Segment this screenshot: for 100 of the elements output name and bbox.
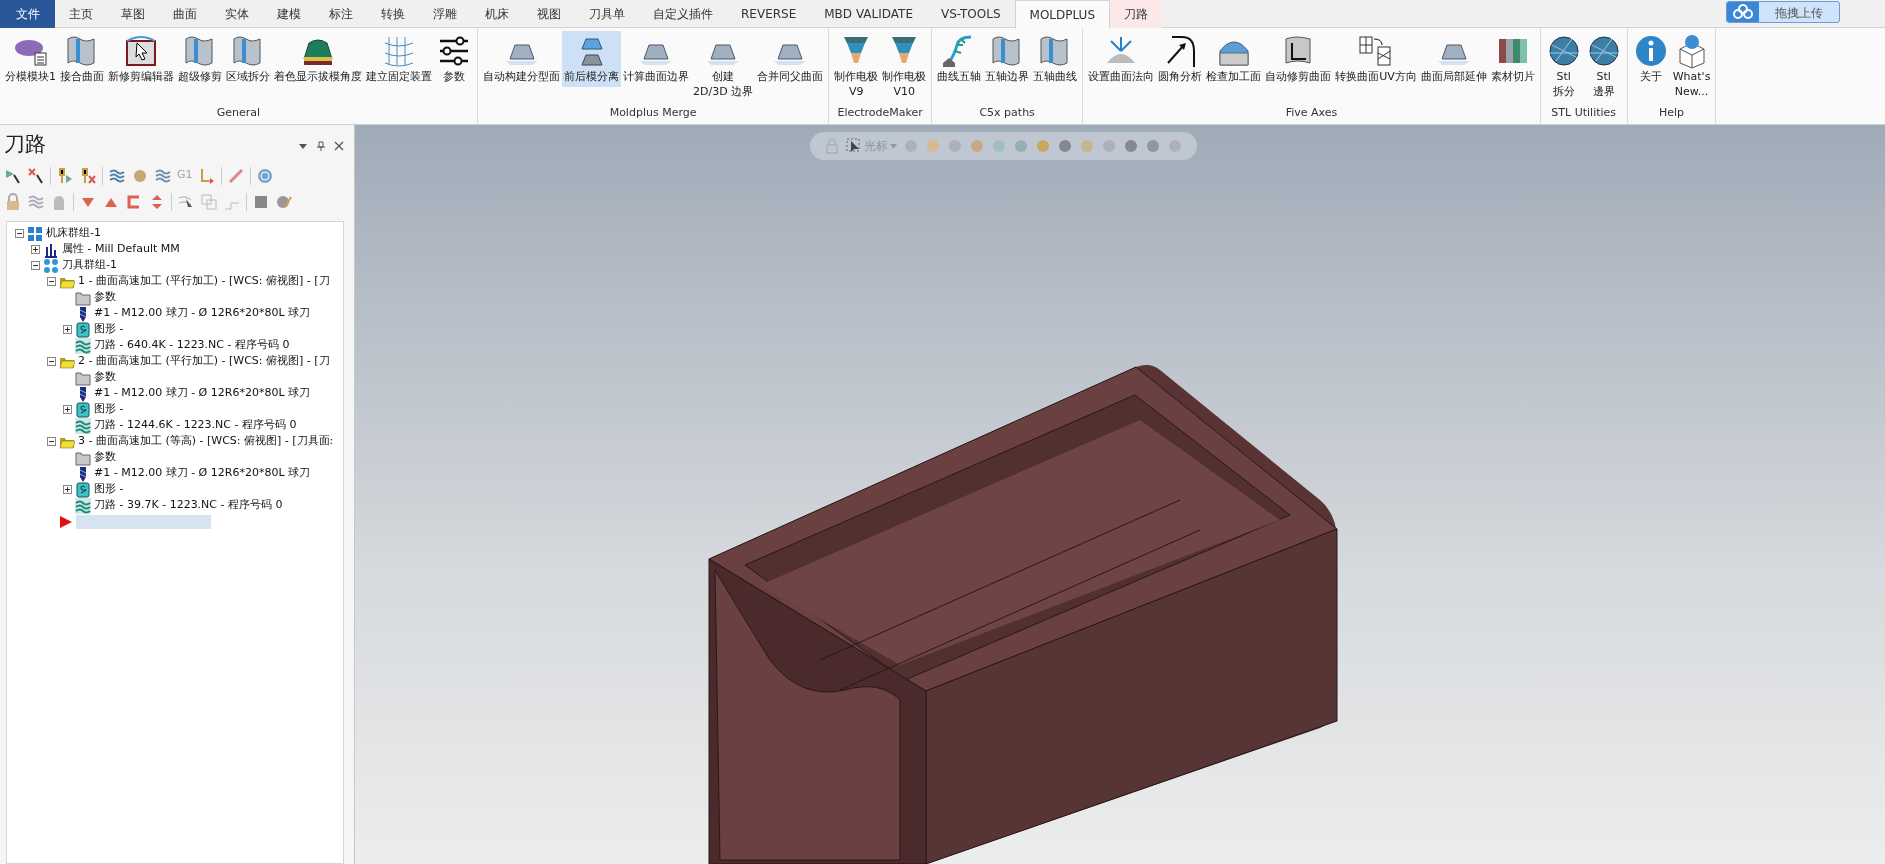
ribbon-button[interactable]: 五轴边界 xyxy=(983,31,1032,87)
ribbon-button[interactable]: 前后模分离 xyxy=(562,31,621,87)
ribbon-button[interactable]: 设置曲面法向 xyxy=(1086,31,1157,87)
group-label: Help xyxy=(1658,104,1686,121)
caret-icon xyxy=(890,143,897,149)
tree-item-label[interactable]: 机床群组-1 xyxy=(46,225,101,242)
menu-tab[interactable]: 草图 xyxy=(107,0,159,28)
tree-item-label[interactable]: #1 - M12.00 球刀 - Ø 12R6*20*80L 球刀 xyxy=(94,385,311,402)
ribbon-button[interactable]: 着色显示拔模角度 xyxy=(272,31,364,87)
tree-item-label[interactable]: 属性 - Mill Default MM xyxy=(62,241,180,258)
menu-tab[interactable]: 浮雕 xyxy=(419,0,471,28)
ribbon-button[interactable]: 计算曲面边界 xyxy=(621,31,691,87)
g1-label: G1 xyxy=(177,167,193,184)
menu-tab[interactable]: 标注 xyxy=(315,0,367,28)
help-icon[interactable] xyxy=(255,166,274,185)
expand-toggle[interactable] xyxy=(47,437,56,446)
tree-item-label[interactable]: 3 - 曲面高速加工 (等高) - [WCS: 俯视图] - [刀具面: xyxy=(78,433,334,450)
ribbon-button[interactable]: 参数 xyxy=(434,31,474,87)
tree-item-label[interactable]: 参数 xyxy=(94,449,116,466)
bar-chart-icon xyxy=(43,241,59,258)
expand-toggle[interactable] xyxy=(47,277,56,286)
expand-toggle[interactable] xyxy=(63,405,72,414)
expand-toggle[interactable] xyxy=(31,261,40,270)
ribbon-button[interactable]: 圆角分析 xyxy=(1156,31,1205,87)
ribbon-button[interactable]: 曲面局部延伸 xyxy=(1418,31,1489,87)
ribbon-button[interactable]: 自动构建分型面 xyxy=(481,31,562,87)
tree-item-label[interactable]: 参数 xyxy=(94,289,116,306)
menu-tab[interactable]: 曲面 xyxy=(159,0,211,28)
ribbon-button[interactable]: 接合曲面 xyxy=(58,31,106,87)
ribbon-button[interactable]: 制作电极 V10 xyxy=(880,31,929,102)
ribbon-button[interactable]: 转换曲面UV方向 xyxy=(1333,31,1419,87)
tree-item-label[interactable]: #1 - M12.00 球刀 - Ø 12R6*20*80L 球刀 xyxy=(94,465,311,482)
ribbon-button[interactable]: 检查加工面 xyxy=(1204,31,1264,87)
menu-tab[interactable]: 文件 xyxy=(0,0,55,28)
ribbon-button[interactable]: 制作电极 V9 xyxy=(832,31,881,102)
tool-icon[interactable] xyxy=(79,166,97,185)
menu-tab[interactable]: 主页 xyxy=(55,0,107,28)
group-label: Moldplus Merge xyxy=(608,104,698,121)
ribbon-button[interactable]: 区域拆分 xyxy=(224,31,272,87)
tool-icon[interactable] xyxy=(56,166,74,185)
group-label: STL Utilities xyxy=(1550,104,1618,121)
tree-item-label[interactable]: 参数 xyxy=(94,369,116,386)
menu-tab[interactable]: MBD VALIDATE xyxy=(810,0,927,28)
cloud-icon xyxy=(1732,4,1754,20)
tree-item-label[interactable]: 刀路 - 1244.6K - 1223.NC - 程序号码 0 xyxy=(94,417,297,434)
expand-toggle[interactable] xyxy=(63,485,72,494)
tree-item-label[interactable]: 图形 - xyxy=(94,401,124,418)
expand-toggle[interactable] xyxy=(63,325,72,334)
deselect-icon[interactable] xyxy=(27,166,45,185)
ribbon-button[interactable]: 曲线五轴 xyxy=(935,31,984,87)
folder-icon xyxy=(75,369,91,386)
tree-item-label[interactable]: 图形 - xyxy=(94,481,124,498)
expand-toggle[interactable] xyxy=(31,245,40,254)
shape-icon xyxy=(75,481,91,498)
menu-tab[interactable]: 建模 xyxy=(263,0,315,28)
menu-tab[interactable]: REVERSE xyxy=(727,0,811,28)
menu-tab[interactable]: 自定义插件 xyxy=(639,0,727,28)
menu-tab[interactable]: 刀具单 xyxy=(575,0,639,28)
tree-item-label[interactable]: #1 - M12.00 球刀 - Ø 12R6*20*80L 球刀 xyxy=(94,305,311,322)
ribbon-button[interactable]: Stl 拆分 xyxy=(1543,31,1584,102)
ribbon-button[interactable]: 超级修剪 xyxy=(176,31,224,87)
ribbon-button[interactable]: Stl 邊界 xyxy=(1583,31,1624,102)
ribbon-button[interactable]: 自动修剪曲面 xyxy=(1263,31,1334,87)
ribbon-button[interactable]: 新修剪编辑器 xyxy=(106,31,176,87)
ribbon-button[interactable]: 合并同父曲面 xyxy=(755,31,826,87)
menu-tab[interactable]: 实体 xyxy=(211,0,263,28)
expand-toggle[interactable] xyxy=(47,357,56,366)
ribbon-button[interactable]: 五轴曲线 xyxy=(1031,31,1080,87)
folder-icon xyxy=(75,289,91,306)
tree-item-label[interactable]: 刀路 - 39.7K - 1223.NC - 程序号码 0 xyxy=(94,497,283,514)
tree-item-label[interactable]: 1 - 曲面高速加工 (平行加工) - [WCS: 俯视图] - [刀 xyxy=(78,273,330,290)
shape-icon xyxy=(75,321,91,338)
ribbon-button[interactable]: 创建 2D/3D 边界 xyxy=(691,31,756,102)
ribbon-button[interactable]: 分模模块1 xyxy=(3,31,58,87)
wand-icon[interactable] xyxy=(226,166,245,185)
close-icon[interactable] xyxy=(334,140,344,151)
menu-tab[interactable]: VS-TOOLS xyxy=(927,0,1015,28)
ribbon-button[interactable]: 素材切片 xyxy=(1488,31,1537,87)
tree-item-label[interactable]: 图形 - xyxy=(94,321,124,338)
grid-squares-icon xyxy=(27,225,43,242)
ribbon-button[interactable]: 建立固定装置 xyxy=(364,31,434,87)
menu-tab[interactable]: 刀路 xyxy=(1110,0,1162,28)
menu-tab[interactable]: MOLDPLUS xyxy=(1014,0,1110,29)
ribbon-button[interactable]: 关于 xyxy=(1630,31,1671,87)
waves-icon xyxy=(75,497,91,514)
ribbon-button[interactable]: What's New... xyxy=(1670,31,1713,102)
tree-item-label[interactable]: 刀具群组-1 xyxy=(62,257,117,274)
waves-icon xyxy=(75,337,91,354)
lock-icon xyxy=(824,138,840,154)
pin-icon[interactable] xyxy=(316,140,326,151)
menu-tab[interactable]: 转换 xyxy=(367,0,419,28)
tree-item-label[interactable]: 刀路 - 640.4K - 1223.NC - 程序号码 0 xyxy=(94,337,290,354)
tree-item-label[interactable]: 2 - 曲面高速加工 (平行加工) - [WCS: 俯视图] - [刀 xyxy=(78,353,330,370)
upload-button[interactable]: 拖拽上传 xyxy=(1726,1,1840,23)
menu-tab[interactable]: 机床 xyxy=(471,0,523,28)
shape-icon xyxy=(75,401,91,418)
menu-tab[interactable]: 视图 xyxy=(523,0,575,28)
lock-icon[interactable] xyxy=(4,192,22,211)
group-label: C5x paths xyxy=(978,104,1036,121)
expand-toggle[interactable] xyxy=(15,229,24,238)
